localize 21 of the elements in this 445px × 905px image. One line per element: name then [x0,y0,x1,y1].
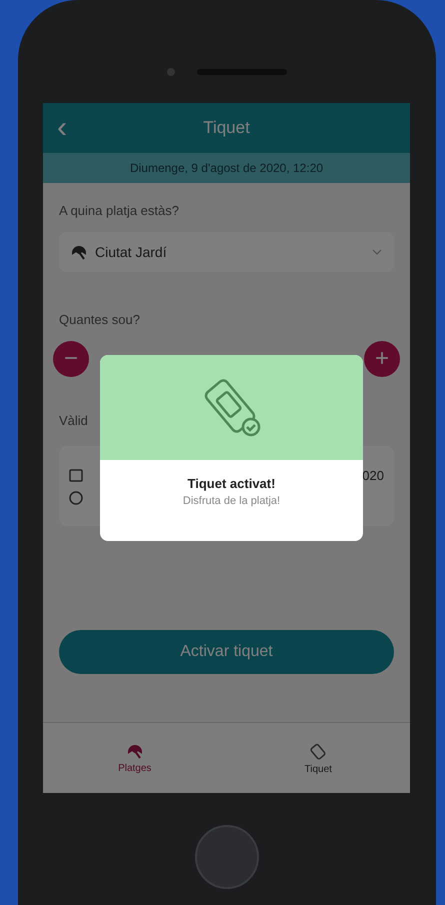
camera-icon [166,68,174,76]
tab[interactable]: Tiquet [226,723,410,793]
umbrella-icon [126,742,143,758]
plus-button[interactable]: + [364,341,400,377]
validity-label: Vàlid [59,413,89,428]
activate-ticket-button[interactable]: Activar tiquet [59,630,394,674]
umbrella-icon [71,244,87,260]
date-subtitle: Diumenge, 9 d'agost de 2020, 12:20 [43,153,410,183]
tab[interactable]: Platges [43,723,226,793]
quantity-label: Quantes sou? [59,312,141,327]
chevron-icon [372,249,382,255]
dialog-title: Tiquet activat! [186,476,276,491]
minus-button[interactable]: − [53,341,89,377]
ticket-icon [309,742,328,760]
beach-select[interactable]: Ciutat Jardí [59,232,394,272]
calendar-icon [69,468,83,482]
dialog-message: Disfruta de la platja! [182,495,282,507]
back-button[interactable]: ‹ [57,111,87,145]
screen-title: Tiquet [202,118,251,138]
date-text: 020 [362,468,384,482]
beach-label: A quina platja estàs? [59,203,180,218]
